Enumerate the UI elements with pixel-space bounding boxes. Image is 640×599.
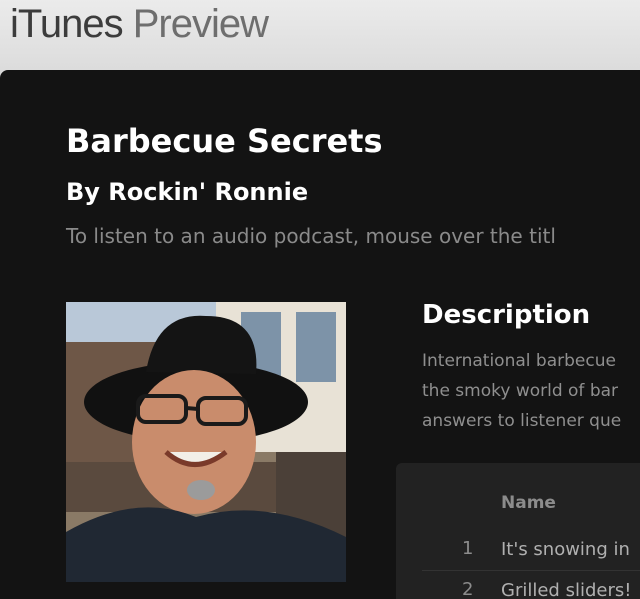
podcast-panel: Barbecue Secrets By Rockin' Ronnie To li… <box>0 70 640 599</box>
brand-itunes: iTunes <box>10 2 124 46</box>
itunes-header: iTunes Preview <box>0 0 640 70</box>
table-row[interactable]: 2 Grilled sliders! <box>422 571 640 599</box>
podcast-author[interactable]: By Rockin' Ronnie <box>66 178 308 206</box>
listen-hint: To listen to an audio podcast, mouse ove… <box>66 224 556 248</box>
episode-number: 2 <box>462 579 474 599</box>
description-line: answers to listener que <box>422 411 622 431</box>
description-line: International barbecue <box>422 351 616 371</box>
episode-name[interactable]: It's snowing in <box>501 539 630 560</box>
podcast-artwork <box>66 302 346 582</box>
episode-number: 1 <box>462 538 474 559</box>
description-text: International barbecue the smoky world o… <box>422 346 640 436</box>
description-line: the smoky world of bar <box>422 381 619 401</box>
table-row[interactable]: 1 It's snowing in <box>422 530 640 571</box>
podcast-title: Barbecue Secrets <box>66 122 383 160</box>
column-header-name[interactable]: Name <box>501 493 556 513</box>
episode-table: Name 1 It's snowing in 2 Grilled sliders… <box>396 463 640 599</box>
brand-preview: Preview <box>132 2 269 46</box>
host-photo-icon <box>66 302 346 582</box>
description-heading: Description <box>422 300 591 330</box>
itunes-preview-logo[interactable]: iTunes Preview <box>10 2 269 47</box>
episode-name[interactable]: Grilled sliders! <box>501 580 631 599</box>
